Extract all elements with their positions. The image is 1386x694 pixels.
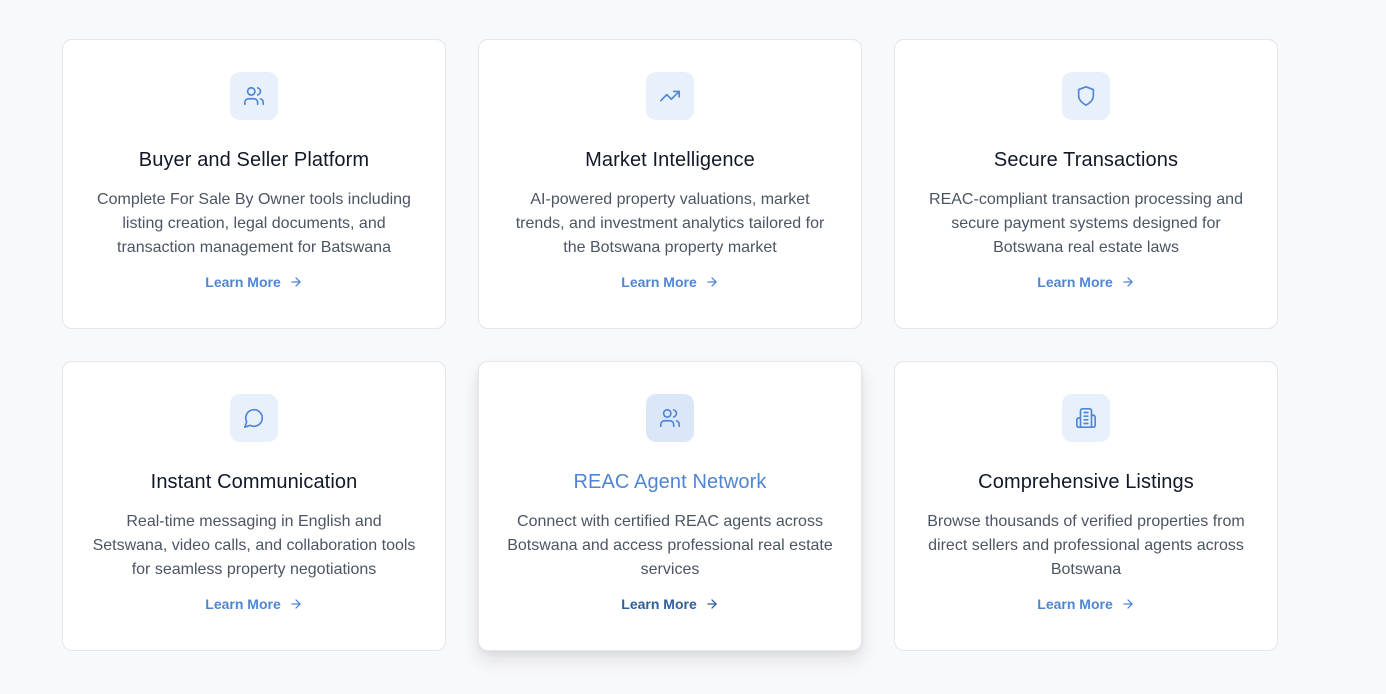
arrow-right-icon xyxy=(291,599,301,609)
learn-more-link[interactable]: Learn More xyxy=(621,596,718,612)
icon-tile xyxy=(230,394,278,442)
icon-tile xyxy=(646,394,694,442)
feature-card-instant-communication[interactable]: Instant Communication Real-time messagin… xyxy=(62,361,446,651)
feature-card-secure-transactions[interactable]: Secure Transactions REAC-compliant trans… xyxy=(894,39,1278,329)
icon-tile xyxy=(230,72,278,120)
arrow-right-icon xyxy=(291,277,301,287)
building-icon xyxy=(1076,408,1096,428)
feature-card-agent-network[interactable]: REAC Agent Network Connect with certifie… xyxy=(478,361,862,651)
learn-more-label: Learn More xyxy=(1037,274,1113,290)
card-description: REAC-compliant transaction processing an… xyxy=(929,191,1243,256)
learn-more-link[interactable]: Learn More xyxy=(1037,274,1134,290)
learn-more-label: Learn More xyxy=(621,596,697,612)
icon-tile xyxy=(646,72,694,120)
card-title: Instant Communication xyxy=(150,471,358,493)
card-description: Browse thousands of verified properties … xyxy=(927,513,1245,578)
card-title: Secure Transactions xyxy=(993,149,1179,171)
learn-more-link[interactable]: Learn More xyxy=(1037,596,1134,612)
learn-more-label: Learn More xyxy=(1037,596,1113,612)
arrow-right-icon xyxy=(707,277,717,287)
feature-card-market-intelligence[interactable]: Market Intelligence AI-powered property … xyxy=(478,39,862,329)
learn-more-link[interactable]: Learn More xyxy=(205,596,302,612)
shield-icon xyxy=(1077,86,1095,106)
card-title: Market Intelligence xyxy=(585,149,755,171)
learn-more-label: Learn More xyxy=(205,274,281,290)
learn-more-link[interactable]: Learn More xyxy=(621,274,718,290)
learn-more-link[interactable]: Learn More xyxy=(205,274,302,290)
features-grid: Buyer and Seller Platform Complete For S… xyxy=(62,39,1278,651)
card-description: Complete For Sale By Owner tools includi… xyxy=(97,191,411,256)
feature-card-buyer-seller[interactable]: Buyer and Seller Platform Complete For S… xyxy=(62,39,446,329)
arrow-right-icon xyxy=(707,599,717,609)
icon-tile xyxy=(1062,72,1110,120)
card-description: AI-powered property valuations, market t… xyxy=(515,191,825,256)
card-description: Connect with certified REAC agents acros… xyxy=(507,513,833,578)
users-icon xyxy=(660,408,680,428)
card-title: REAC Agent Network xyxy=(573,471,767,493)
feature-card-comprehensive-listings[interactable]: Comprehensive Listings Browse thousands … xyxy=(894,361,1278,651)
learn-more-label: Learn More xyxy=(205,596,281,612)
arrow-right-icon xyxy=(1123,277,1133,287)
card-title: Buyer and Seller Platform xyxy=(138,149,370,171)
icon-tile xyxy=(1062,394,1110,442)
message-circle-icon xyxy=(244,408,264,428)
arrow-right-icon xyxy=(1123,599,1133,609)
trending-up-icon xyxy=(660,90,680,102)
users-icon xyxy=(244,86,264,106)
card-title: Comprehensive Listings xyxy=(978,471,1194,493)
card-description: Real-time messaging in English and Setsw… xyxy=(92,513,416,578)
learn-more-label: Learn More xyxy=(621,274,697,290)
